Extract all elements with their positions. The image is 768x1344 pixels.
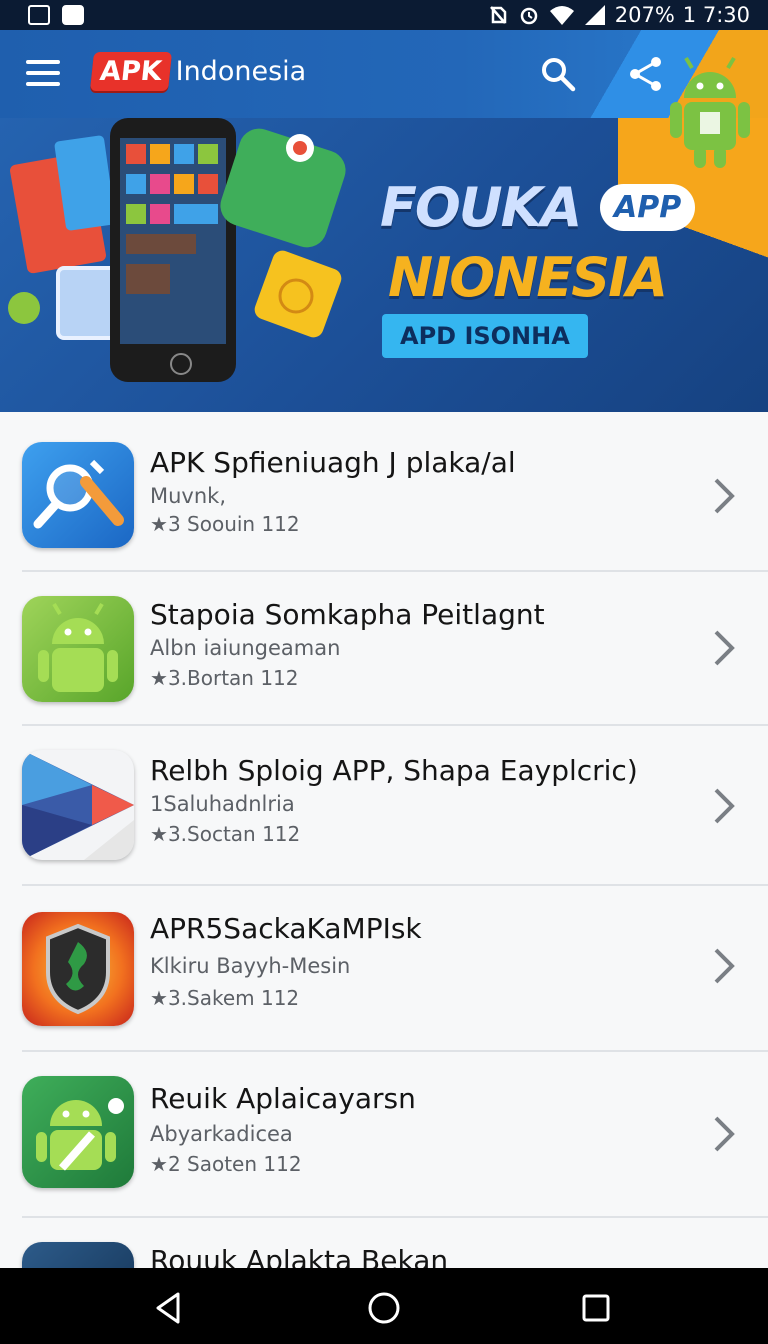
banner-title: FOUKA [380,176,582,239]
menu-icon[interactable] [26,60,60,86]
app-developer: 1Saluhadnlria [150,792,295,816]
app-developer: Muvnk, [150,484,227,508]
android-settings-icon [22,1076,134,1188]
app-name: Relbh Sploig APP, Shapa Eayplcric) [150,754,638,787]
navigation-bar [0,1268,768,1344]
app-rating: ★3.Soctan 112 [150,822,301,846]
logo-text: Indonesia [175,56,307,87]
image-icon [28,5,50,25]
no-sim-icon [489,6,506,24]
app-bar: APK Indonesia [0,30,768,118]
chevron-right-icon [714,1116,735,1152]
play-store-icon [22,750,134,860]
app-icon [22,1242,134,1268]
share-icon[interactable] [626,54,666,94]
promo-banner[interactable]: FOUKA APP NIONESIA APD ISONHA [0,118,768,412]
status-bar: 207% 1 7:30 [0,0,768,30]
chevron-right-icon [714,788,735,824]
search-icon[interactable] [538,54,578,94]
chevron-right-icon [714,630,735,666]
app-developer: Klkiru Bayyh-Mesin [150,954,351,978]
phone-illustration [8,118,346,382]
banner-pill: APP [600,184,696,231]
app-logo: APK Indonesia [89,52,307,91]
alarm-icon [520,7,537,25]
back-icon[interactable] [150,1288,190,1328]
android-icon [22,596,134,702]
inbox-icon [62,5,84,25]
star-icon: ★ [150,1152,168,1176]
chevron-right-icon [714,948,735,984]
wifi-icon [549,6,574,25]
shield-icon [22,912,134,1026]
signal-icon [584,5,605,25]
clock: 1 7:30 [682,3,750,27]
app-developer: Abyarkadicea [150,1122,293,1146]
app-name: Reuik Aplaicayarsn [150,1082,416,1115]
app-rating: ★3 Soouin 112 [150,512,300,536]
app-developer: Albn iaiungeaman [150,636,341,660]
chevron-right-icon [714,478,735,514]
app-list: APK Spfieniuagh J plaka/al Muvnk, ★3 Soo… [0,412,768,1268]
app-rating: ★2 Saoten 112 [150,1152,302,1176]
star-icon: ★ [150,822,168,846]
banner-subtitle: NIONESIA [388,246,668,309]
battery-level: 207% [614,3,675,27]
recents-icon[interactable] [576,1288,616,1328]
search-tool-icon [22,442,134,548]
logo-badge: APK [89,52,172,91]
list-item[interactable]: Stapoia Somkapha Peitlagnt Albn iaiungea… [0,572,768,726]
android-mascot-icon [670,56,750,168]
list-item[interactable]: APR5SackaKaMPIsk Klkiru Bayyh-Mesin ★3.S… [0,886,768,1052]
list-item[interactable]: Reuik Aplaicayarsn Abyarkadicea ★2 Saote… [0,1052,768,1218]
app-name: APK Spfieniuagh J plaka/al [150,446,516,479]
list-item[interactable]: Rouuk Aplakta Bekan [0,1218,768,1268]
app-name: Rouuk Aplakta Bekan [150,1244,449,1268]
app-rating: ★3.Bortan 112 [150,666,299,690]
list-item[interactable]: Relbh Sploig APP, Shapa Eayplcric) 1Salu… [0,726,768,886]
star-icon: ★ [150,512,168,536]
app-name: APR5SackaKaMPIsk [150,912,422,945]
home-icon[interactable] [364,1288,404,1328]
app-name: Stapoia Somkapha Peitlagnt [150,598,545,631]
banner-cta[interactable]: APD ISONHA [382,314,588,358]
app-rating: ★3.Sakem 112 [150,986,300,1010]
star-icon: ★ [150,986,168,1010]
star-icon: ★ [150,666,168,690]
list-item[interactable]: APK Spfieniuagh J plaka/al Muvnk, ★3 Soo… [0,412,768,572]
